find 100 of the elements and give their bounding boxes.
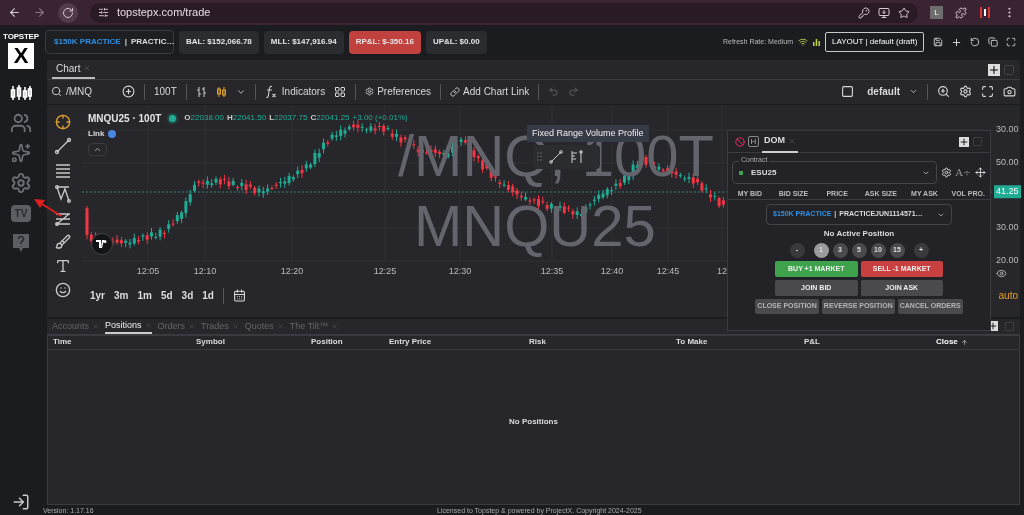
time-label: 12:25 — [373, 264, 397, 278]
sort-arrow-icon — [960, 338, 968, 346]
text-tool-icon[interactable] — [54, 257, 71, 274]
site-settings-icon[interactable] — [97, 7, 109, 18]
time-label: 12:45 — [656, 264, 680, 278]
price-label: 30.00 — [995, 123, 1020, 137]
column-header[interactable]: To Make — [676, 336, 708, 349]
template-dropdown[interactable]: default — [867, 84, 918, 100]
move-icon[interactable] — [975, 167, 986, 178]
trend-line-icon[interactable] — [53, 136, 72, 155]
time-label: 12:20 — [280, 264, 304, 278]
ohlc-values: O22038.00 H22041.50 L22037.75 C22041.25 +3.00 (+0.01%) — [184, 112, 408, 125]
save-icon[interactable] — [933, 37, 943, 48]
tradingview-logo[interactable] — [91, 232, 113, 255]
column-header[interactable]: P&L — [804, 336, 820, 349]
candles-icon[interactable] — [215, 85, 227, 98]
column-header[interactable]: Time — [53, 336, 72, 349]
account-stat: UP&L: $0.00 — [425, 30, 487, 54]
help-icon[interactable] — [12, 233, 30, 253]
account-dropdown[interactable]: $150K PRACTICE | PRACTIC… — [45, 30, 174, 55]
profile-avatar[interactable]: L — [930, 6, 944, 19]
function-icon — [264, 85, 277, 99]
checkbox-icon[interactable] — [841, 85, 855, 99]
layout-grid-icon[interactable] — [334, 85, 347, 98]
current-price-label: 41.25 — [994, 185, 1021, 199]
settings-icon — [365, 87, 375, 97]
indicators-button[interactable]: Indicators — [264, 84, 326, 100]
back-icon[interactable] — [8, 6, 21, 19]
hotkey-button[interactable]: H — [748, 136, 759, 147]
close-icon — [92, 322, 100, 330]
restore-window-icon[interactable] — [988, 37, 998, 48]
reload-icon — [61, 6, 74, 19]
crosshair-icon[interactable] — [54, 113, 71, 130]
brush-icon[interactable] — [54, 233, 71, 250]
price-label: 20.00 — [995, 254, 1020, 268]
add-panel-icon[interactable] — [988, 63, 1000, 76]
column-header[interactable]: Position — [311, 336, 343, 349]
volume-profile-icon[interactable] — [570, 149, 584, 164]
panel-tab[interactable]: Positions — [105, 318, 152, 335]
add-icon[interactable] — [951, 36, 962, 48]
column-header[interactable]: Entry Price — [389, 336, 432, 349]
fullscreen-icon[interactable] — [981, 85, 994, 99]
close-icon — [788, 136, 796, 145]
column-header[interactable]: Risk — [529, 336, 546, 349]
zoom-icon[interactable] — [937, 85, 950, 99]
column-header[interactable]: Symbol — [196, 336, 225, 349]
time-label: 12:05 — [136, 264, 160, 278]
link-label: Link — [88, 127, 105, 140]
install-icon[interactable] — [878, 6, 891, 19]
sparkle-icon[interactable] — [11, 143, 31, 163]
extensions-icon[interactable] — [955, 6, 968, 19]
close-icon — [331, 322, 339, 330]
legend-title: MNQU25 · 100T — [88, 111, 162, 126]
extension-icon[interactable] — [979, 6, 991, 19]
address-bar[interactable]: topstepx.com/trade — [89, 2, 919, 23]
column-header[interactable]: Close — [936, 336, 958, 349]
range-button[interactable]: 5d — [160, 288, 173, 304]
reload-button[interactable] — [57, 2, 78, 23]
symbol-search[interactable]: /MNQ — [51, 84, 113, 100]
reset-icon[interactable] — [970, 37, 980, 48]
layout-select[interactable]: LAYOUT | default (draft) — [825, 32, 924, 53]
range-button[interactable]: 3d — [181, 288, 194, 304]
bookmark-star-icon[interactable] — [898, 6, 911, 19]
chart-tab[interactable]: Chart — [52, 59, 96, 79]
fullscreen-icon[interactable] — [1006, 37, 1016, 48]
range-button[interactable]: 3m — [114, 288, 129, 304]
search-icon — [51, 86, 62, 98]
time-label: 12:30 — [448, 264, 472, 278]
time-label: 12:35 — [540, 264, 564, 278]
no-entry-icon[interactable] — [735, 136, 745, 147]
price-label: 30.00 — [995, 221, 1020, 235]
wifi-icon — [798, 37, 808, 48]
account-stat: MLL: $147,916.94 — [263, 30, 344, 54]
logout-icon[interactable] — [12, 493, 30, 511]
range-button[interactable]: 1d — [202, 288, 214, 304]
add-chart-link-button[interactable]: Add Chart Link — [450, 84, 530, 100]
close-icon — [231, 322, 239, 330]
dom-tab[interactable]: DOM — [762, 130, 798, 153]
people-icon[interactable] — [10, 112, 32, 134]
range-button[interactable]: 1yr — [90, 288, 105, 304]
account-stat: BAL: $152,066.78 — [179, 30, 259, 54]
range-button[interactable]: 1m — [137, 288, 152, 304]
key-icon[interactable] — [858, 6, 871, 19]
close-icon — [188, 322, 196, 330]
preferences-button[interactable]: Preferences — [365, 84, 432, 100]
bars-icon[interactable] — [195, 85, 207, 98]
auto-scale-toggle[interactable]: auto — [998, 288, 1018, 304]
interval-button[interactable]: 100T — [154, 84, 177, 100]
emoji-icon[interactable] — [54, 281, 71, 298]
eye-icon[interactable] — [996, 267, 1007, 279]
add-panel-icon[interactable] — [959, 136, 969, 147]
candlestick-icon[interactable] — [10, 84, 32, 102]
symbol-watermark: MNQU25 — [414, 196, 656, 255]
camera-icon[interactable] — [1003, 85, 1016, 99]
pattern-icon[interactable] — [53, 184, 72, 203]
compare-symbol-icon[interactable] — [122, 85, 135, 99]
time-label: 12 — [717, 264, 727, 278]
calendar-icon[interactable] — [232, 289, 246, 303]
forward-icon[interactable] — [32, 6, 46, 19]
font-size-button[interactable]: A÷ — [955, 165, 972, 180]
